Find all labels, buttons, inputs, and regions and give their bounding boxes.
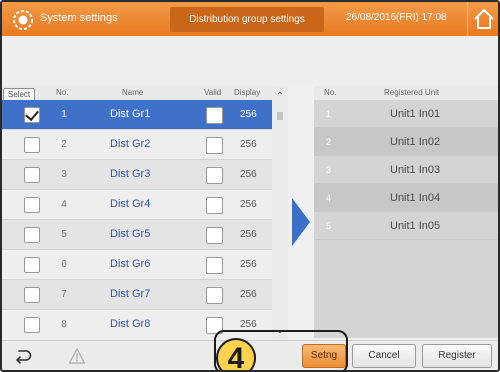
datetime: 26/08/2016(FRI) 17:08 (346, 12, 447, 23)
row-display: 256 (240, 139, 257, 150)
table-row[interactable]: 6 Dist Gr6 256 (2, 250, 272, 280)
group-table-scrollbar[interactable]: ⌃ ⌄ (272, 86, 288, 340)
row-valid-checkbox[interactable] (206, 167, 223, 184)
home-icon[interactable] (471, 6, 497, 32)
row-name: Dist Gr6 (110, 258, 151, 270)
header-bar: System settings Distribution group setti… (2, 2, 498, 36)
table-row[interactable]: 5 Dist Gr5 256 (2, 220, 272, 250)
row-select-checkbox[interactable] (24, 137, 40, 153)
registered-row[interactable]: 2 Unit1 In02 (314, 128, 498, 156)
row-display: 256 (240, 259, 257, 270)
row-name: Dist Gr8 (110, 318, 151, 330)
row-valid-checkbox[interactable] (206, 107, 223, 124)
step-number-badge: 4 (216, 338, 256, 370)
row-name: Dist Gr1 (110, 108, 151, 120)
screen-title: Distribution group settings (170, 7, 324, 32)
row-select-checkbox[interactable] (24, 257, 40, 273)
table-row[interactable]: 3 Dist Gr3 256 (2, 160, 272, 190)
row-valid-checkbox[interactable] (206, 287, 223, 304)
scroll-thumb[interactable] (277, 112, 283, 120)
arrow-right-icon (292, 198, 310, 246)
row-number: 2 (61, 139, 67, 150)
registered-unit: Unit1 In04 (390, 192, 441, 204)
row-display: 256 (240, 289, 257, 300)
back-icon[interactable] (14, 347, 32, 365)
registered-number: 5 (326, 221, 332, 231)
row-select-checkbox[interactable] (24, 197, 40, 213)
row-display: 256 (240, 169, 257, 180)
col-name-header: Name (122, 88, 144, 97)
screen: System settings Distribution group setti… (0, 0, 500, 372)
registered-unit: Unit1 In01 (390, 108, 441, 120)
row-select-checkbox[interactable] (24, 287, 40, 303)
header-divider (467, 2, 468, 36)
col-no-header: No. (56, 88, 69, 97)
row-number: 8 (61, 319, 67, 330)
row-display: 256 (240, 319, 257, 330)
row-number: 3 (61, 169, 67, 180)
row-name: Dist Gr5 (110, 228, 151, 240)
table-row[interactable]: 1 Dist Gr1 256 (2, 100, 272, 130)
registered-row[interactable]: 5 Unit1 In05 (314, 212, 498, 240)
row-valid-checkbox[interactable] (206, 137, 223, 154)
col-display-header: Display (234, 88, 261, 97)
table-row[interactable]: 2 Dist Gr2 256 (2, 130, 272, 160)
register-button[interactable]: Register (422, 344, 492, 368)
row-number: 7 (61, 289, 67, 300)
registered-unit: Unit1 In05 (390, 220, 441, 232)
row-number: 1 (61, 109, 67, 120)
cancel-button[interactable]: Cancel (352, 344, 416, 368)
registered-number: 3 (326, 165, 332, 175)
row-select-checkbox[interactable] (24, 227, 40, 243)
row-number: 6 (61, 259, 67, 270)
registered-row[interactable]: 1 Unit1 In01 (314, 100, 498, 128)
row-valid-checkbox[interactable] (206, 227, 223, 244)
row-valid-checkbox[interactable] (206, 257, 223, 274)
row-select-checkbox[interactable] (24, 317, 40, 333)
registered-table-header: No. Registered Unit (314, 86, 498, 100)
row-display: 256 (240, 229, 257, 240)
table-row[interactable]: 4 Dist Gr4 256 (2, 190, 272, 220)
row-select-checkbox[interactable] (24, 167, 40, 183)
registered-number: 2 (326, 137, 332, 147)
group-table-header: Select No. Name Valid Display (2, 86, 272, 102)
row-valid-checkbox[interactable] (206, 197, 223, 214)
row-select-checkbox[interactable] (24, 107, 40, 123)
registered-row[interactable]: 4 Unit1 In04 (314, 184, 498, 212)
row-name: Dist Gr4 (110, 198, 151, 210)
scroll-up-icon[interactable]: ⌃ (275, 92, 285, 102)
registered-unit: Unit1 In03 (390, 164, 441, 176)
registered-unit-header: Registered Unit (384, 88, 440, 97)
warning-icon[interactable] (68, 347, 86, 365)
registered-table-body: 1 Unit1 In01 2 Unit1 In02 3 Unit1 In03 4… (314, 100, 498, 338)
registered-number: 4 (326, 193, 332, 203)
group-table-body: 1 Dist Gr1 256 2 Dist Gr2 256 3 Dist Gr3… (2, 100, 272, 338)
spacer-band (2, 36, 498, 86)
row-name: Dist Gr2 (110, 138, 151, 150)
registered-number: 1 (326, 109, 332, 119)
row-display: 256 (240, 199, 257, 210)
header-title: System settings (40, 12, 118, 24)
col-valid-header: Valid (204, 88, 222, 97)
row-number: 5 (61, 229, 67, 240)
row-display: 256 (240, 109, 257, 120)
row-name: Dist Gr3 (110, 168, 151, 180)
registered-row[interactable]: 3 Unit1 In03 (314, 156, 498, 184)
row-number: 4 (61, 199, 67, 210)
settings-icon[interactable] (12, 9, 34, 31)
registered-unit: Unit1 In02 (390, 136, 441, 148)
registered-no-header: No. (324, 88, 337, 97)
table-row[interactable]: 7 Dist Gr7 256 (2, 280, 272, 310)
row-name: Dist Gr7 (110, 288, 151, 300)
